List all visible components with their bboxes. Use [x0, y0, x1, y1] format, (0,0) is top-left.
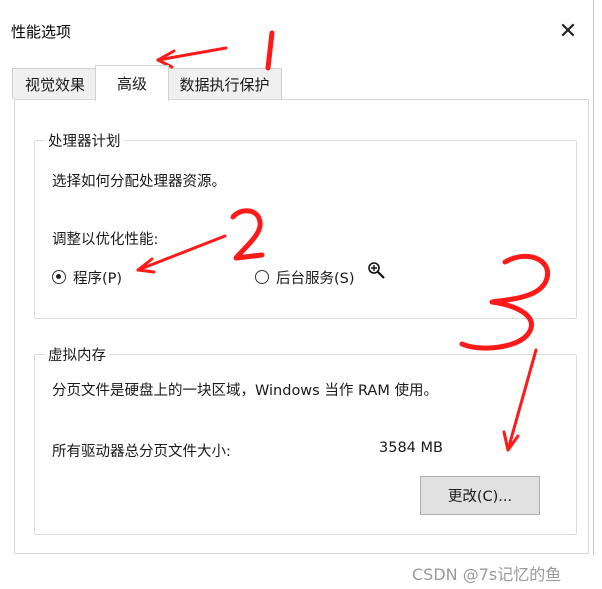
watermark: CSDN @7s记忆的鱼	[412, 565, 562, 584]
annotation-arrow-2	[136, 234, 227, 272]
tab-label: 高级	[116, 75, 147, 93]
annotation-overlay	[136, 30, 550, 452]
zoom-cursor-icon	[368, 262, 385, 279]
annotation-mark-3	[459, 253, 550, 351]
annotation-mark-2	[230, 208, 265, 261]
annotation-mark-1	[265, 30, 275, 71]
annotation-arrow-3	[506, 348, 538, 452]
tab-advanced[interactable]: 高级	[95, 65, 169, 101]
